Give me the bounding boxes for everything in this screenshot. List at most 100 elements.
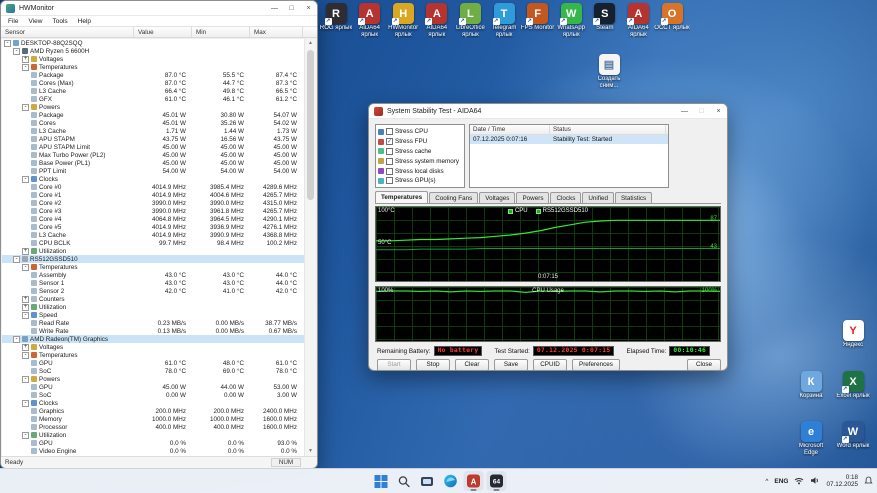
collapse-toggle-icon[interactable]: -	[22, 376, 29, 383]
minimize-icon[interactable]: —	[676, 104, 693, 118]
desktop-icon[interactable]: W↗Word ярлык	[836, 421, 870, 450]
sensor-row[interactable]: Package45.01 W30.80 W54.07 W	[2, 111, 304, 119]
volume-icon[interactable]	[810, 472, 820, 490]
sensor-row[interactable]: -Temperatures	[2, 351, 304, 359]
scroll-up-icon[interactable]: ▲	[305, 39, 316, 48]
tab-statistics[interactable]: Statistics	[615, 192, 652, 203]
desktop-icon[interactable]: A↗AIDA64 ярлык	[353, 3, 387, 38]
sensor-row[interactable]: Core #23990.0 MHz3990.0 MHz4315.0 MHz	[2, 199, 304, 207]
sensor-row[interactable]: +Voltages	[2, 343, 304, 351]
sensor-row[interactable]: -Temperatures	[2, 63, 304, 71]
taskbar-aida64-engineer-icon[interactable]: 64	[486, 471, 506, 491]
sensor-row[interactable]: APU STAPM43.75 W16.56 W43.75 W	[2, 135, 304, 143]
desktop-icon[interactable]: ▤Создать сним...	[592, 54, 626, 89]
column-header-min[interactable]: Min	[192, 27, 250, 37]
scrollbar[interactable]: ▲ ▼	[304, 39, 316, 456]
collapse-toggle-icon[interactable]: -	[13, 256, 20, 263]
checkbox[interactable]	[386, 128, 393, 135]
menu-tools[interactable]: Tools	[47, 18, 72, 25]
collapse-toggle-icon[interactable]: -	[22, 64, 29, 71]
menu-view[interactable]: View	[23, 18, 47, 25]
sensor-row[interactable]: Sensor 242.0 °C41.0 °C42.0 °C	[2, 287, 304, 295]
sensor-row[interactable]: Write Rate0.13 MB/s0.00 MB/s0.67 MB/s	[2, 327, 304, 335]
sensor-row[interactable]: Core #14014.9 MHz4004.6 MHz4265.7 MHz	[2, 191, 304, 199]
tab-clocks[interactable]: Clocks	[550, 192, 581, 203]
preferences-button[interactable]: Preferences	[572, 359, 620, 371]
stress-option[interactable]: Stress GPU(s)	[378, 176, 462, 186]
tray-chevron-icon[interactable]: ^	[765, 478, 768, 485]
tab-powers[interactable]: Powers	[516, 192, 549, 203]
legend-checkbox[interactable]	[508, 209, 513, 214]
aida64-titlebar[interactable]: System Stability Test - AIDA64 — □ ×	[369, 104, 727, 119]
legend-checkbox[interactable]	[536, 209, 541, 214]
notification-bell-icon[interactable]	[864, 472, 873, 490]
sensor-row[interactable]: Core #33990.0 MHz3961.8 MHz4265.7 MHz	[2, 207, 304, 215]
sensor-row[interactable]: L3 Cache66.4 °C49.8 °C66.5 °C	[2, 87, 304, 95]
sensor-row[interactable]: -DESKTOP-88Q2SQQ	[2, 39, 304, 47]
collapse-toggle-icon[interactable]: -	[22, 176, 29, 183]
sensor-row[interactable]: Max Turbo Power (PL2)45.00 W45.00 W45.00…	[2, 151, 304, 159]
column-header-sensor[interactable]: Sensor	[1, 27, 134, 37]
sensor-row[interactable]: Assembly43.0 °C43.0 °C44.0 °C	[2, 271, 304, 279]
sensor-row[interactable]: Base Power (PL1)45.00 W45.00 W45.00 W	[2, 159, 304, 167]
log-row[interactable]: 07.12.2025 0:07:16Stability Test: Starte…	[470, 135, 668, 144]
taskbar-search-icon[interactable]	[394, 471, 414, 491]
expand-toggle-icon[interactable]: +	[22, 248, 29, 255]
sensor-row[interactable]: +Utilization	[2, 247, 304, 255]
sensor-row[interactable]: +Utilization	[2, 303, 304, 311]
sensor-row[interactable]: GPU0.0 %0.0 %93.0 %	[2, 439, 304, 447]
checkbox[interactable]: ✓	[386, 138, 393, 145]
clear-button[interactable]: Clear	[455, 359, 489, 371]
stress-option[interactable]: Stress local disks	[378, 166, 462, 176]
collapse-toggle-icon[interactable]: -	[22, 312, 29, 319]
expand-toggle-icon[interactable]: +	[22, 296, 29, 303]
taskbar-task-view-icon[interactable]	[417, 471, 437, 491]
taskbar-start-icon[interactable]	[371, 471, 391, 491]
save-button[interactable]: Save	[494, 359, 528, 371]
desktop-icon[interactable]: S↗Steam	[588, 3, 622, 32]
checkbox[interactable]	[386, 177, 393, 184]
sensor-row[interactable]: CPU BCLK99.7 MHz98.4 MHz100.2 MHz	[2, 239, 304, 247]
expand-toggle-icon[interactable]: +	[22, 304, 29, 311]
legend-item[interactable]: CPU	[508, 208, 528, 214]
sensor-row[interactable]: -Temperatures	[2, 263, 304, 271]
sensor-row[interactable]: Core #44064.8 MHz3964.5 MHz4290.1 MHz	[2, 215, 304, 223]
desktop-icon[interactable]: YЯндекс	[836, 320, 870, 349]
desktop-icon[interactable]: O↗OCCT ярлык	[655, 3, 689, 32]
sensor-row[interactable]: APU STAPM Limit45.00 W45.00 W45.00 W	[2, 143, 304, 151]
desktop-icon[interactable]: R↗ROG ярлык	[319, 3, 353, 32]
desktop-icon[interactable]: H↗HWMonitor ярлык	[386, 3, 420, 38]
tab-temperatures[interactable]: Temperatures	[375, 191, 428, 203]
desktop-icon[interactable]: F↗FPS Monitor	[521, 3, 555, 32]
collapse-toggle-icon[interactable]: -	[22, 400, 29, 407]
sensor-row[interactable]: Core #54014.9 MHz3936.9 MHz4276.1 MHz	[2, 223, 304, 231]
collapse-toggle-icon[interactable]: -	[13, 336, 20, 343]
sensor-row[interactable]: Read Rate0.23 MB/s0.00 MB/s38.77 MB/s	[2, 319, 304, 327]
sensor-row[interactable]: GPU61.0 °C48.0 °C61.0 °C	[2, 359, 304, 367]
cpuid-button[interactable]: CPUID	[533, 359, 567, 371]
desktop-icon[interactable]: W↗WhatsApp ярлык	[554, 3, 588, 38]
legend-item[interactable]: RS512GSSD510	[536, 208, 588, 214]
column-header-max[interactable]: Max	[250, 27, 303, 37]
collapse-toggle-icon[interactable]: -	[22, 432, 29, 439]
hwmonitor-titlebar[interactable]: HWMonitor — □ ×	[1, 1, 317, 16]
minimize-icon[interactable]: —	[266, 1, 283, 15]
desktop-icon[interactable]: L↗LibreOffice ярлык	[453, 3, 487, 38]
sensor-row[interactable]: Cores45.01 W35.26 W54.02 W	[2, 119, 304, 127]
desktop-icon[interactable]: A↗AIDA64 ярлык	[621, 3, 655, 38]
sensor-row[interactable]: Core #04014.9 MHz3985.4 MHz4289.6 MHz	[2, 183, 304, 191]
collapse-toggle-icon[interactable]: -	[13, 48, 20, 55]
menu-file[interactable]: File	[3, 18, 23, 25]
sensor-row[interactable]: -Clocks	[2, 175, 304, 183]
sensor-row[interactable]: -Utilization	[2, 431, 304, 439]
scrollbar-thumb[interactable]	[307, 50, 314, 200]
sensor-row[interactable]: -Clocks	[2, 399, 304, 407]
sensor-row[interactable]: Cores (Max)87.0 °C44.7 °C87.3 °C	[2, 79, 304, 87]
sensor-row[interactable]: +Voltages	[2, 55, 304, 63]
stress-option[interactable]: ✓Stress FPU	[378, 137, 462, 147]
sensor-row[interactable]: Sensor 143.0 °C43.0 °C44.0 °C	[2, 279, 304, 287]
stress-option[interactable]: Stress cache	[378, 147, 462, 157]
sensor-row[interactable]: Graphics200.0 MHz200.0 MHz2400.0 MHz	[2, 407, 304, 415]
stop-button[interactable]: Stop	[416, 359, 450, 371]
sensor-row[interactable]: L3 Cache4014.9 MHz3990.9 MHz4368.8 MHz	[2, 231, 304, 239]
